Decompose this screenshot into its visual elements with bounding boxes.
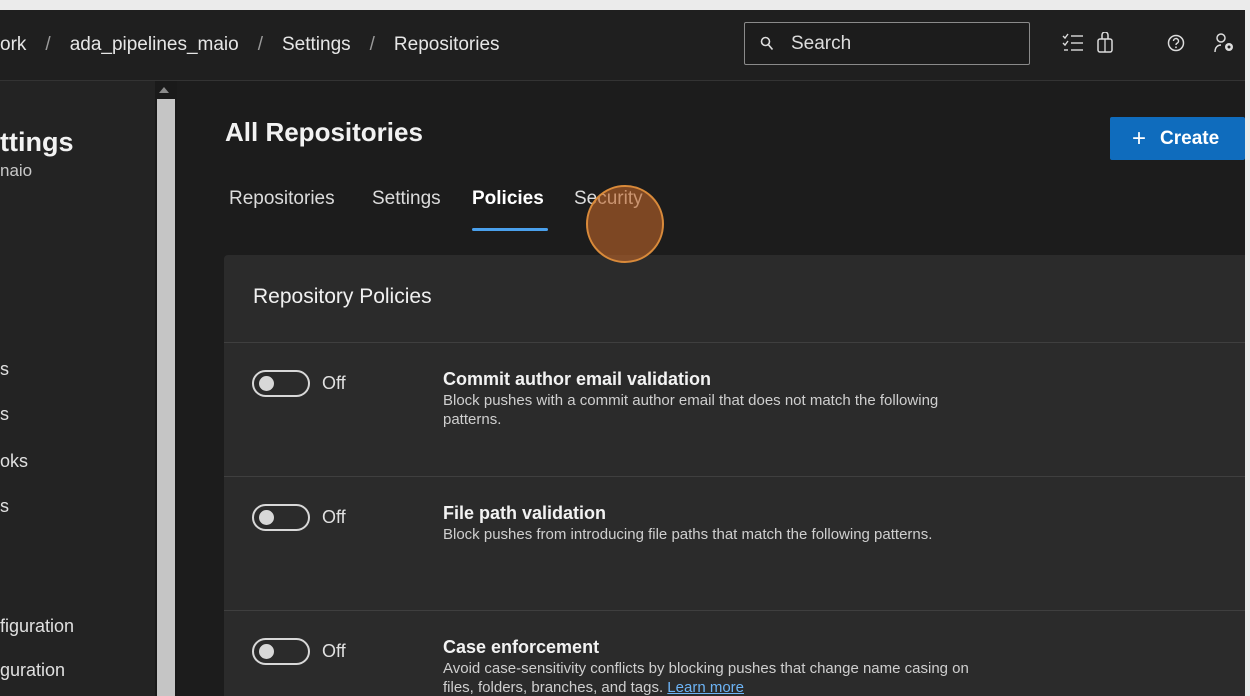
breadcrumb-repositories[interactable]: Repositories xyxy=(394,34,500,55)
breadcrumb-org[interactable]: ork xyxy=(0,34,26,55)
sidebar-item[interactable]: oks xyxy=(0,451,28,472)
policy-description: Block pushes with a commit author email … xyxy=(443,392,939,428)
help-icon[interactable] xyxy=(1167,34,1185,57)
toggle-state-label: Off xyxy=(322,373,346,393)
sidebar: ttings naio s s oks s figuration guratio… xyxy=(0,81,155,696)
tab-policies[interactable]: Policies xyxy=(472,188,544,210)
policy-toggle[interactable] xyxy=(252,638,310,665)
policy-description: Block pushes from introducing file paths… xyxy=(443,526,933,543)
sidebar-item[interactable]: guration xyxy=(0,660,65,681)
sidebar-item[interactable]: s xyxy=(0,496,9,517)
toggle-knob xyxy=(259,644,274,659)
user-settings-icon[interactable] xyxy=(1214,32,1236,59)
policy-row: Off Commit author email validation Block… xyxy=(224,343,1245,476)
policy-row: Off File path validation Block pushes fr… xyxy=(224,477,1245,610)
sidebar-scrollbar[interactable] xyxy=(155,81,177,696)
policy-title: File path validation xyxy=(443,503,607,523)
breadcrumb-separator: / xyxy=(45,34,51,55)
policy-toggle[interactable] xyxy=(252,370,310,397)
toggle-knob xyxy=(259,376,274,391)
bag-icon[interactable] xyxy=(1096,31,1114,59)
toggle-state-label: Off xyxy=(322,507,346,527)
task-list-icon[interactable] xyxy=(1062,32,1084,59)
learn-more-link[interactable]: Learn more xyxy=(667,679,744,696)
scroll-up-arrow-icon[interactable] xyxy=(159,87,169,93)
sidebar-subtitle: naio xyxy=(0,161,33,180)
breadcrumb-separator: / xyxy=(369,34,375,55)
tab-repositories[interactable]: Repositories xyxy=(229,188,335,210)
policies-card: Repository Policies Off Commit author em… xyxy=(224,255,1245,696)
policy-row: Off Case enforcement Avoid case-sensitiv… xyxy=(224,611,1245,696)
create-button-label: Create xyxy=(1160,128,1220,149)
toggle-state-label: Off xyxy=(322,641,346,661)
active-tab-indicator xyxy=(472,228,548,231)
breadcrumb-settings[interactable]: Settings xyxy=(282,34,351,55)
policy-title: Case enforcement xyxy=(443,637,600,657)
toggle-knob xyxy=(259,510,274,525)
breadcrumb-separator: / xyxy=(257,34,263,55)
card-title: Repository Policies xyxy=(253,285,432,308)
top-bar: ork / ada_pipelines_maio / Settings / Reposito… xyxy=(0,10,1245,81)
app-window: ork / ada_pipelines_maio / Settings / Reposito… xyxy=(0,10,1245,696)
scrollbar-thumb[interactable] xyxy=(157,99,175,696)
sidebar-title: ttings xyxy=(0,127,74,157)
page-title: All Repositories xyxy=(225,117,423,147)
breadcrumb: ork / ada_pipelines_maio / Settings / Reposito… xyxy=(0,34,500,56)
tab-security[interactable]: Security xyxy=(574,188,643,210)
breadcrumb-project[interactable]: ada_pipelines_maio xyxy=(70,34,239,55)
policy-title: Commit author email validation xyxy=(443,369,712,389)
plus-icon: + xyxy=(1132,125,1147,152)
create-button[interactable]: + Create xyxy=(1110,117,1245,160)
search-icon xyxy=(760,36,774,57)
sidebar-item[interactable]: s xyxy=(0,359,9,380)
sidebar-item[interactable]: s xyxy=(0,404,9,425)
search-input[interactable] xyxy=(791,23,1021,64)
tab-settings[interactable]: Settings xyxy=(372,188,441,210)
policy-toggle[interactable] xyxy=(252,504,310,531)
search-box[interactable] xyxy=(744,22,1030,65)
policy-description: Avoid case-sensitivity conflicts by bloc… xyxy=(443,659,973,696)
sidebar-item[interactable]: figuration xyxy=(0,616,74,637)
